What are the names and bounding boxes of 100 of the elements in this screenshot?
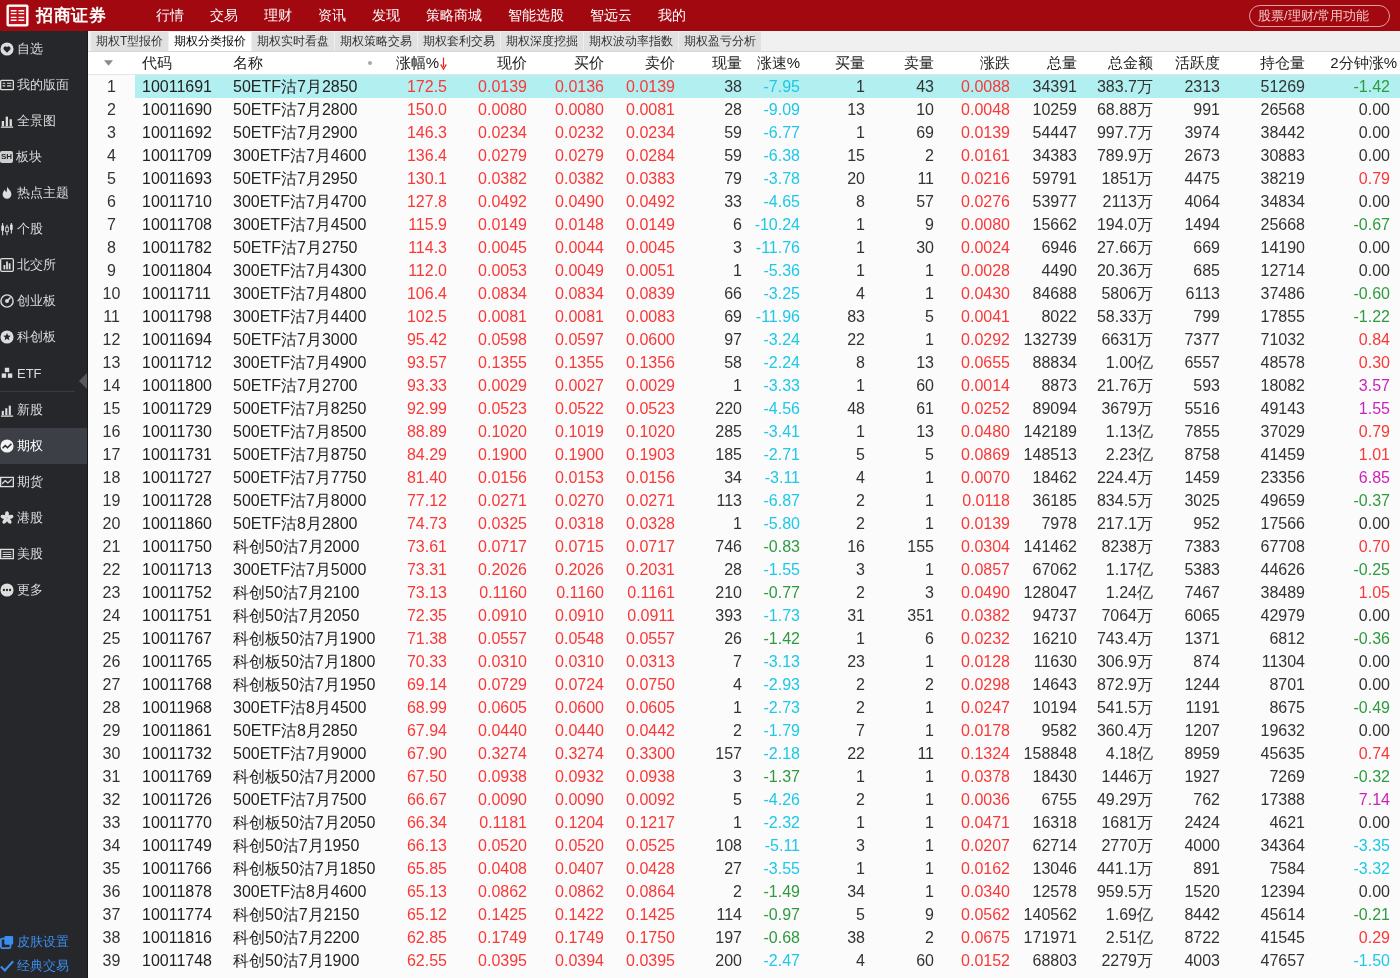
table-row[interactable]: 10011750 科创50沽7月2000 73.61 0.0717 0.0715 0.0717 746 -0.83 16 155 0.0304 141462 8238万 7383 67708 0.70	[135, 535, 1400, 558]
table-cell-text: 500ETF沽7月7500	[232, 790, 368, 810]
sidebar-item[interactable]: 期货	[0, 464, 87, 500]
menu-item[interactable]: 行情	[156, 6, 184, 25]
table-row[interactable]: 10011752 科创50沽7月2100 73.13 0.1160 0.1160 0.1161 210 -0.77 2 3 0.0490 128047 1.24亿 7467 38489 1.05	[135, 581, 1400, 604]
table-cell-text: 0.0520	[554, 836, 605, 856]
table-row[interactable]: 10011878 300ETF沽8月4600 65.13 0.0862 0.0862 0.0864 2 -1.49 34 1 0.0340 12578 959.5万 1520 12394 0.00	[135, 880, 1400, 903]
column-header[interactable]: 总量	[1013, 52, 1080, 74]
menu-item[interactable]: 我的	[658, 6, 686, 25]
table-row[interactable]: 10011694 50ETF沽7月3000 95.42 0.0598 0.0597 0.0600 97 -3.24 22 1 0.0292 132739 6631万 7377 71032 0.84	[135, 328, 1400, 351]
table-row[interactable]: 10011728 500ETF沽7月8000 77.12 0.0271 0.0270 0.0271 113 -6.87 2 1 0.0118 36185 834.5万 3025 49659 -0.37	[135, 489, 1400, 512]
sidebar-item[interactable]: SH 板块	[0, 139, 87, 175]
table-row[interactable]: 10011766 科创板50沽7月1850 65.85 0.0408 0.0407 0.0428 27 -3.55 1 1 0.0162 13046 441.1万 891 7584 -3.32	[135, 857, 1400, 880]
tab[interactable]: 期权深度挖掘	[501, 32, 584, 51]
table-row[interactable]: 10011798 300ETF沽7月4400 102.5 0.0081 0.0081 0.0083 69 -11.96 83 5 0.0041 8022 58.33万 799 17855 -1.22	[135, 305, 1400, 328]
sidebar-item[interactable]: 科创板	[0, 319, 87, 355]
table-row[interactable]: 10011774 科创50沽7月2150 65.12 0.1425 0.1422 0.1425 114 -0.97 5 9 0.0562 140562 1.69亿 8442 45614 -0.21	[135, 903, 1400, 926]
table-row[interactable]: 10011732 500ETF沽7月9000 67.90 0.3274 0.3274 0.3300 157 -2.18 22 11 0.1324 158848 4.18亿 8959 45635 0.74	[135, 742, 1400, 765]
table-row[interactable]: 10011816 科创50沽7月2200 62.85 0.1749 0.1749 0.1750 197 -0.68 38 2 0.0675 171971 2.51亿 8722 41545 0.29	[135, 926, 1400, 949]
column-header[interactable]: 现价	[450, 52, 530, 74]
table-row[interactable]: 10011731 500ETF沽7月8750 84.29 0.1900 0.1900 0.1903 185 -2.71 5 5 0.0869 148513 2.23亿 8758 41459 1.01	[135, 443, 1400, 466]
sidebar-item[interactable]: 创业板	[0, 283, 87, 319]
sidebar-item[interactable]: 美股	[0, 536, 87, 572]
table-row[interactable]: 10011711 300ETF沽7月4800 106.4 0.0834 0.0834 0.0839 66 -3.25 4 1 0.0430 84688 5806万 6113 37486 -0.60	[135, 282, 1400, 305]
tab[interactable]: 期权盈亏分析	[679, 32, 762, 51]
table-row[interactable]: 10011727 500ETF沽7月7750 81.40 0.0156 0.0153 0.0156 34 -3.11 4 1 0.0070 18462 224.4万 1459 23356 6.85	[135, 466, 1400, 489]
column-header[interactable]: 总金额	[1080, 52, 1156, 74]
table-cell-text: 115.9	[407, 215, 448, 235]
column-header[interactable]: 涨跌	[937, 52, 1013, 74]
table-row[interactable]: 10011765 科创板50沽7月1800 70.33 0.0310 0.0310 0.0313 7 -3.13 23 1 0.0128 11630 306.9万 874 11304 0.00	[135, 650, 1400, 673]
table-row[interactable]: 10011804 300ETF沽7月4300 112.0 0.0053 0.0049 0.0051 1 -5.36 1 1 0.0028 4490 20.36万 685 12714 0.00	[135, 259, 1400, 282]
column-header[interactable]: 持仓量	[1223, 52, 1308, 74]
column-header[interactable]: 买量	[803, 52, 868, 74]
table-cell-text: 0.1020	[477, 422, 528, 442]
search-field[interactable]: 股票/理财/常用功能	[1249, 4, 1390, 27]
column-header[interactable]: 买价	[530, 52, 607, 74]
table-cell-text: 84.29	[405, 445, 448, 465]
column-header[interactable]: 卖价	[607, 52, 678, 74]
tab[interactable]: 期权套利交易	[418, 32, 501, 51]
table-row[interactable]: 10011751 科创50沽7月2050 72.35 0.0910 0.0910 0.0911 393 -1.73 31 351 0.0382 94737 7064万 6065 42979 0.00	[135, 604, 1400, 627]
sidebar-item[interactable]: ETF	[0, 355, 87, 391]
table-row[interactable]: 10011712 300ETF沽7月4900 93.57 0.1355 0.1355 0.1356 58 -2.24 8 13 0.0655 88834 1.00亿 6557 48578 0.30	[135, 351, 1400, 374]
sidebar-item[interactable]: 期权	[0, 428, 87, 464]
table-row[interactable]: 10011748 科创50沽7月1900 62.55 0.0395 0.0394 0.0395 200 -2.47 4 60 0.0152 68803 2279万 4003 47657 -1.50	[135, 949, 1400, 972]
sidebar-item[interactable]: 北交所	[0, 247, 87, 283]
table-row[interactable]: 10011730 500ETF沽7月8500 88.89 0.1020 0.1019 0.1020 285 -3.41 1 13 0.0480 142189 1.13亿 7855 37029 0.79	[135, 420, 1400, 443]
table-row[interactable]: 10011708 300ETF沽7月4500 115.9 0.0149 0.0148 0.0149 6 -10.24 1 9 0.0080 15662 194.0万 1494 25668 -0.67	[135, 213, 1400, 236]
table-row[interactable]: 10011729 500ETF沽7月8250 92.99 0.0523 0.0522 0.0523 220 -4.56 48 61 0.0252 89094 3679万 5516 49143 1.55	[135, 397, 1400, 420]
menu-item[interactable]: 智能选股	[508, 6, 564, 25]
table-row[interactable]: 10011691 50ETF沽7月2850 172.5 0.0139 0.0136 0.0139 38 -7.95 1 43 0.0088 34391 383.7万 2313 51269 -1.42	[135, 75, 1400, 98]
table-cell-text: 0.1900	[477, 445, 528, 465]
sidebar-item[interactable]: 我的版面	[0, 67, 87, 103]
sidebar-item[interactable]: 自选	[0, 31, 87, 67]
column-header[interactable]: 名称	[225, 52, 380, 74]
table-row[interactable]: 10011768 科创板50沽7月1950 69.14 0.0729 0.0724 0.0750 4 -2.93 2 2 0.0298 14643 872.9万 1244 8701 0.00	[135, 673, 1400, 696]
menu-item[interactable]: 资讯	[318, 6, 346, 25]
menu-item[interactable]: 理财	[264, 6, 292, 25]
triangle-icon[interactable]	[79, 373, 87, 389]
table-row[interactable]: 10011800 50ETF沽7月2700 93.33 0.0029 0.0027 0.0029 1 -3.33 1 60 0.0014 8873 21.76万 593 18082 3.57	[135, 374, 1400, 397]
sidebar-item[interactable]: 全景图	[0, 103, 87, 139]
table-row[interactable]: 10011749 科创50沽7月1950 66.13 0.0520 0.0520 0.0525 108 -5.11 3 1 0.0207 62714 2770万 4000 34364 -3.35	[135, 834, 1400, 857]
table-row[interactable]: 10011770 科创板50沽7月2050 66.34 0.1181 0.1204 0.1217 1 -2.32 1 1 0.0471 16318 1681万 2424 4621 0.00	[135, 811, 1400, 834]
table-row[interactable]: 10011968 300ETF沽8月4500 68.99 0.0605 0.0600 0.0605 1 -2.73 2 1 0.0247 10194 541.5万 1191 8675 -0.49	[135, 696, 1400, 719]
sidebar-link[interactable]: 皮肤设置	[0, 930, 87, 954]
table-row[interactable]: 10011861 50ETF沽8月2850 67.94 0.0440 0.0440 0.0442 2 -1.79 7 1 0.0178 9582 360.4万 1207 19632 0.00	[135, 719, 1400, 742]
triangle-icon[interactable]	[104, 60, 113, 66]
column-header[interactable]: 代码	[135, 52, 225, 74]
table-row[interactable]: 10011713 300ETF沽7月5000 73.31 0.2026 0.2026 0.2031 28 -1.55 3 1 0.0857 67062 1.17亿 5383 44626 -0.25	[135, 558, 1400, 581]
table-cell-text: 12714	[1259, 261, 1306, 281]
column-header[interactable]: 卖量	[868, 52, 937, 74]
tab[interactable]: 期权分类报价	[169, 32, 252, 51]
table-row[interactable]: 10011690 50ETF沽7月2800 150.0 0.0080 0.0080 0.0081 28 -9.09 13 10 0.0048 10259 68.88万 991 26568 0.00	[135, 98, 1400, 121]
menu-item[interactable]: 发现	[372, 6, 400, 25]
table-row[interactable]: 10011782 50ETF沽7月2750 114.3 0.0045 0.0044 0.0045 3 -11.76 1 30 0.0024 6946 27.66万 669 14190 0.00	[135, 236, 1400, 259]
tab[interactable]: 期权T型报价	[91, 32, 169, 51]
table-row[interactable]: 10011710 300ETF沽7月4700 127.8 0.0492 0.0490 0.0492 33 -4.65 8 57 0.0276 53977 2113万 4064 34834 0.00	[135, 190, 1400, 213]
table-row[interactable]: 10011860 50ETF沽8月2800 74.73 0.0325 0.0318 0.0328 1 -5.80 2 1 0.0139 7978 217.1万 952 17566 0.00	[135, 512, 1400, 535]
table-row[interactable]: 10011693 50ETF沽7月2950 130.1 0.0382 0.0382 0.0383 79 -3.78 20 11 0.0216 59791 1851万 4475 38219 0.79	[135, 167, 1400, 190]
sidebar-item[interactable]: 新股	[0, 392, 87, 428]
tab[interactable]: 期权实时看盘	[252, 32, 335, 51]
sidebar-item[interactable]: 热点主题	[0, 175, 87, 211]
sidebar-item[interactable]: 个股	[0, 211, 87, 247]
menu-item[interactable]: 交易	[210, 6, 238, 25]
tab[interactable]: 期权策略交易	[335, 32, 418, 51]
column-header[interactable]: 涨幅%	[380, 52, 450, 74]
sidebar-link[interactable]: 经典交易	[0, 954, 87, 978]
column-header[interactable]: 涨速%	[745, 52, 803, 74]
column-header[interactable]: 活跃度	[1156, 52, 1223, 74]
table-row[interactable]: 10011692 50ETF沽7月2900 146.3 0.0234 0.0232 0.0234 59 -6.77 1 69 0.0139 54447 997.7万 3974 38442 0.00	[135, 121, 1400, 144]
menu-item[interactable]: 策略商城	[426, 6, 482, 25]
sidebar-item[interactable]: 港股	[0, 500, 87, 536]
table-row[interactable]: 10011767 科创板50沽7月1900 71.38 0.0557 0.0548 0.0557 26 -1.42 1 6 0.0232 16210 743.4万 1371 6812 -0.36	[135, 627, 1400, 650]
column-header[interactable]: 2分钟涨%	[1308, 52, 1400, 74]
menu-item[interactable]: 智远云	[590, 6, 632, 25]
table-row[interactable]: 10011726 500ETF沽7月7500 66.67 0.0090 0.0090 0.0092 5 -4.26 2 1 0.0036 6755 49.29万 762 17388 7.14	[135, 788, 1400, 811]
column-header[interactable]: 现量	[678, 52, 745, 74]
tab[interactable]: 期权波动率指数	[584, 32, 679, 51]
table-row[interactable]: 10011709 300ETF沽7月4600 136.4 0.0279 0.0279 0.0284 59 -6.38 15 2 0.0161 34383 789.9万 2673 30883 0.00	[135, 144, 1400, 167]
sidebar-item[interactable]: 更多	[0, 572, 87, 608]
table-row[interactable]: 10011769 科创板50沽7月2000 67.50 0.0938 0.0932 0.0938 3 -1.37 1 1 0.0378 18430 1446万 1927 7269 -0.32	[135, 765, 1400, 788]
